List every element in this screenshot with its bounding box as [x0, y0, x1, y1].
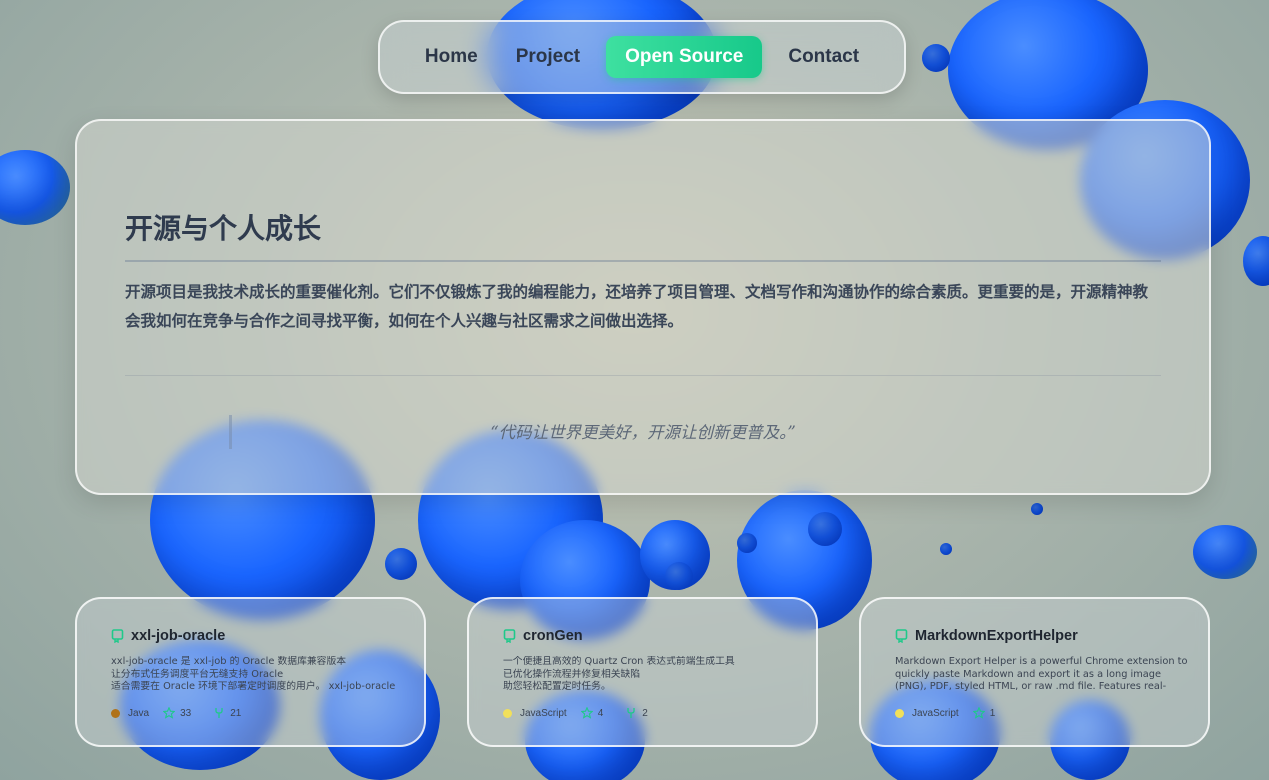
- quote-divider: [125, 375, 1161, 376]
- repo-description: 一个便捷且高效的 Quartz Cron 表达式前端生成工具 已优化操作流程并修…: [503, 656, 735, 693]
- nav-contact[interactable]: Contact: [776, 36, 871, 78]
- language-dot: [895, 708, 904, 718]
- repo-card-markdownexporthelper[interactable]: MarkdownExportHelper Markdown Export Hel…: [859, 597, 1210, 747]
- fork-icon: [627, 708, 635, 718]
- repo-name[interactable]: cronGen: [523, 628, 583, 644]
- repo-icon: [111, 629, 124, 643]
- language-dot: [503, 708, 512, 718]
- open-source-intro-card: 开源与个人成长 开源项目是我技术成长的重要催化剂。它们不仅锻炼了我的编程能力，还…: [75, 119, 1211, 495]
- title-divider: [125, 260, 1161, 262]
- repo-language: JavaScript: [912, 707, 959, 719]
- language-dot: [111, 708, 120, 718]
- star-count: 1: [989, 707, 996, 719]
- intro-paragraph: 开源项目是我技术成长的重要催化剂。它们不仅锻炼了我的编程能力，还培养了项目管理、…: [125, 283, 1149, 330]
- repo-card-xxl-job-oracle[interactable]: xxl-job-oracle xxl-job-oracle 是 xxl-job …: [75, 597, 426, 747]
- star-count: 4: [597, 707, 604, 719]
- fork-count: 2: [642, 707, 648, 719]
- star-icon: [972, 707, 985, 719]
- nav-project[interactable]: Project: [504, 36, 592, 78]
- star-count: 33: [180, 707, 192, 719]
- nav-home[interactable]: Home: [413, 36, 490, 78]
- repo-icon: [503, 629, 516, 643]
- repo-description: xxl-job-oracle 是 xxl-job 的 Oracle 数据库兼容版…: [111, 656, 396, 693]
- repo-description: Markdown Export Helper is a powerful Chr…: [895, 656, 1188, 694]
- repo-language: JavaScript: [520, 707, 567, 719]
- fork-count: 21: [230, 707, 242, 719]
- star-icon: [580, 707, 593, 719]
- repo-icon: [895, 629, 908, 643]
- star-icon: [163, 707, 176, 719]
- top-nav: Home Project Open Source Contact: [378, 20, 906, 94]
- section-title: 开源与个人成长: [125, 212, 322, 245]
- repo-card-crongen[interactable]: cronGen 一个便捷且高效的 Quartz Cron 表达式前端生成工具 已…: [467, 597, 818, 747]
- repo-name[interactable]: MarkdownExportHelper: [915, 628, 1078, 644]
- repo-language: Java: [128, 707, 150, 719]
- repo-name[interactable]: xxl-job-oracle: [131, 628, 225, 644]
- nav-open-source[interactable]: Open Source: [606, 36, 763, 78]
- quote-text: “代码让世界更美好，开源让创新更普及。”: [490, 423, 796, 442]
- fork-icon: [215, 708, 223, 718]
